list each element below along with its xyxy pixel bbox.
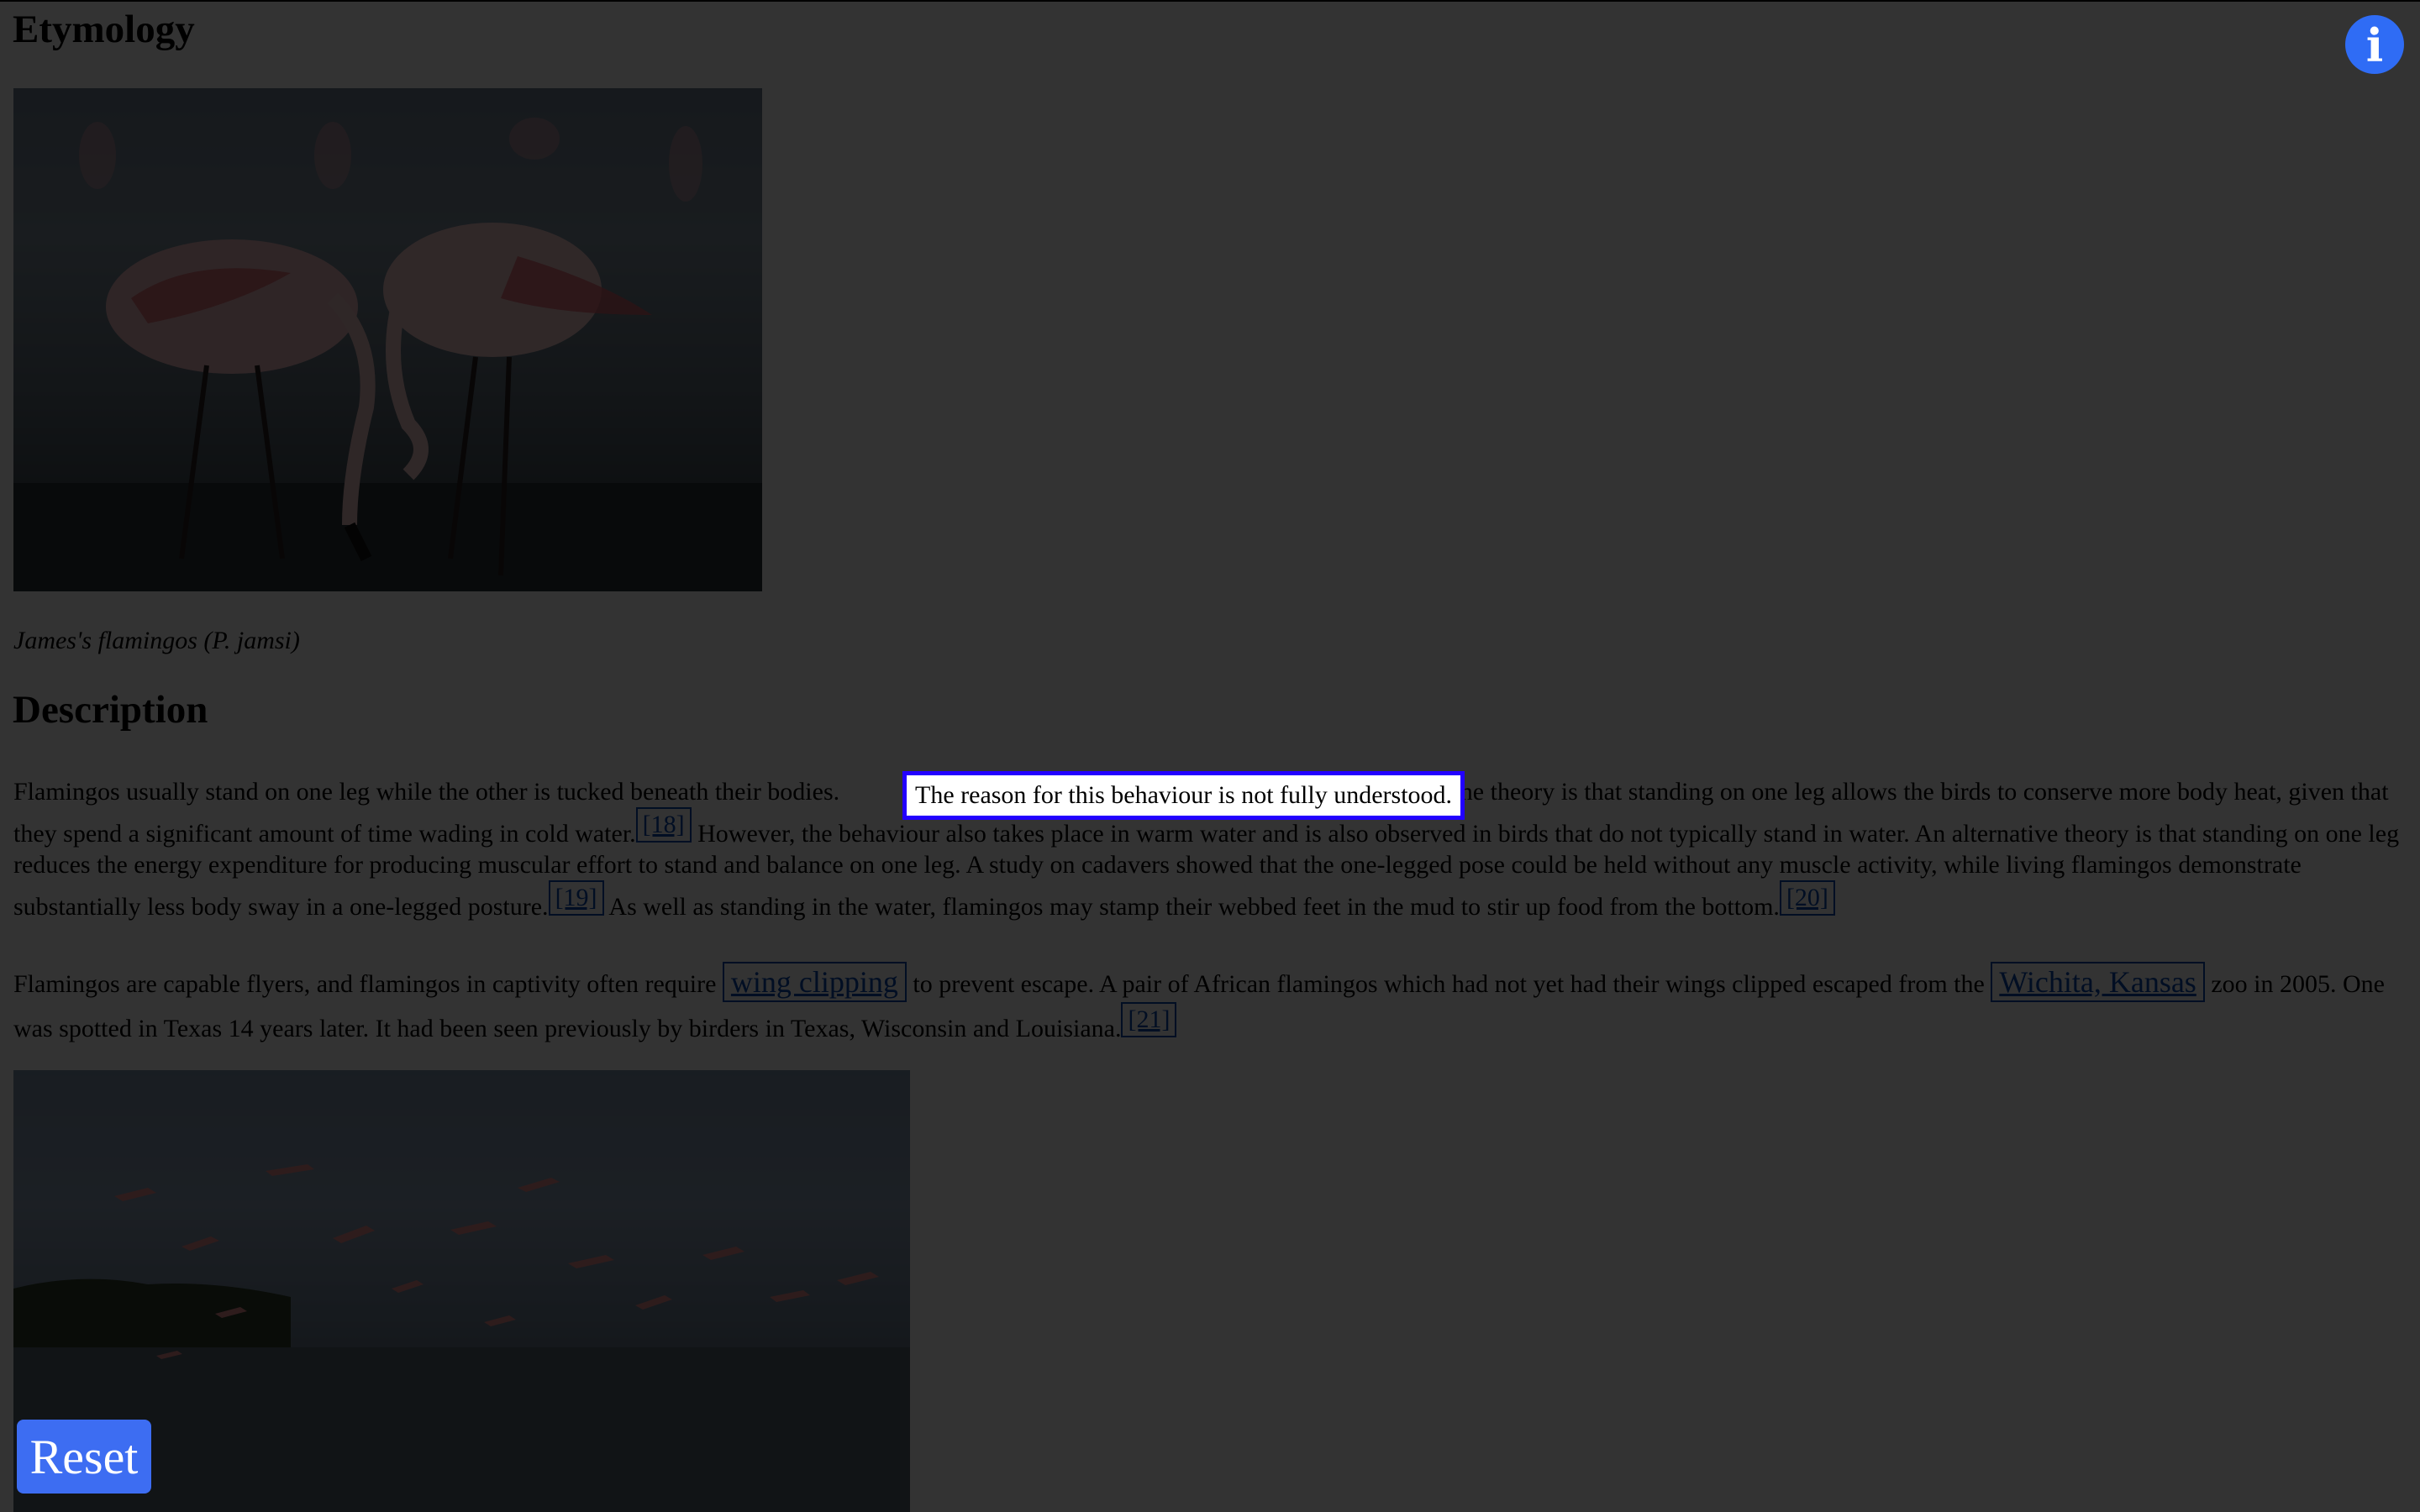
link-wichita-kansas[interactable]: Wichita, Kansas (1991, 962, 2205, 1002)
heading-description: Description (13, 688, 208, 732)
sentence-before: Flamingos usually stand on one leg while… (13, 778, 840, 806)
reset-button[interactable]: Reset (17, 1420, 151, 1494)
citation-19[interactable]: [19] (548, 880, 604, 916)
p2-text-b: to prevent escape. A pair of African fla… (913, 970, 1985, 998)
citation-20[interactable]: [20] (1779, 880, 1835, 916)
sentence-end: As well as standing in the water, flamin… (608, 893, 1780, 921)
top-border (0, 0, 2420, 2)
info-button[interactable]: i (2345, 15, 2404, 74)
link-wing-clipping[interactable]: wing clipping (722, 962, 907, 1002)
flamingo-photo-james (13, 88, 762, 591)
figure-caption: James's flamingos (P. jamsi) (13, 627, 300, 654)
citation-18[interactable]: [18] (635, 807, 692, 843)
p2-text-a: Flamingos are capable flyers, and flamin… (13, 970, 717, 998)
heading-etymology: Etymology (13, 8, 195, 51)
citation-21[interactable]: [21] (1121, 1002, 1177, 1037)
flamingo-illustration (13, 118, 762, 591)
highlighted-sentence[interactable]: The reason for this behaviour is not ful… (902, 771, 1465, 820)
description-paragraph-2: Flamingos are capable flyers, and flamin… (13, 962, 2408, 1044)
